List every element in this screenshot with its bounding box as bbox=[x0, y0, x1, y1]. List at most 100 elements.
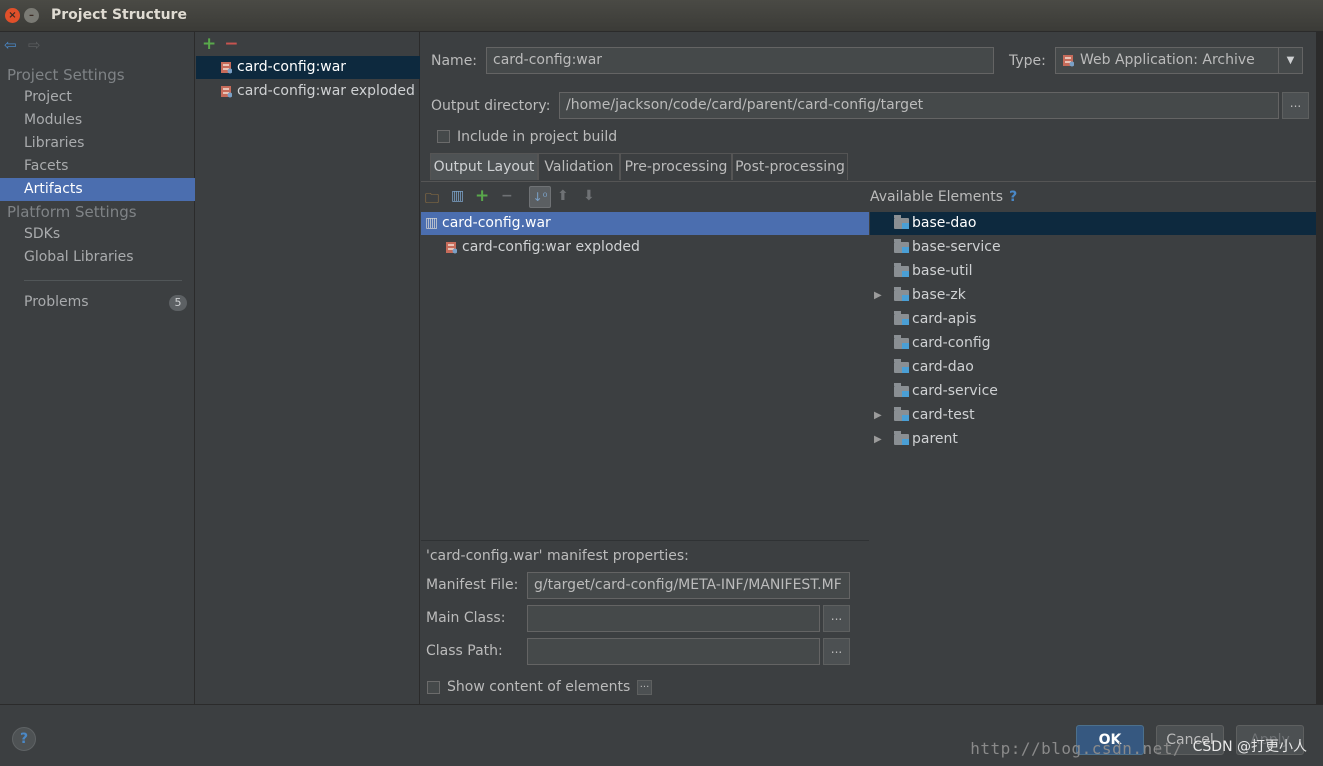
available-element-row[interactable]: ▶ parent bbox=[870, 428, 1323, 451]
sort-icon[interactable]: ↓⁰ bbox=[529, 186, 551, 208]
show-content-checkbox[interactable] bbox=[427, 681, 440, 694]
csdn-watermark: CSDN @打更小人 bbox=[1192, 739, 1307, 755]
dialog-footer: ? OK Cancel Apply http://blog.csdn.net/ … bbox=[0, 704, 1323, 766]
module-folder-icon bbox=[894, 383, 909, 397]
expand-arrow-icon[interactable]: ▶ bbox=[874, 404, 882, 427]
remove-element-icon[interactable]: − bbox=[501, 188, 513, 204]
main-class-field[interactable] bbox=[527, 605, 820, 632]
artifact-item[interactable]: card-config:war exploded bbox=[196, 80, 420, 103]
layout-tree-label: card-config:war exploded bbox=[462, 239, 640, 255]
available-element-row[interactable]: card-dao bbox=[870, 356, 1323, 379]
add-artifact-icon[interactable]: + bbox=[202, 34, 216, 54]
sidebar-item-modules[interactable]: Modules bbox=[0, 109, 195, 132]
problems-label: Problems bbox=[24, 294, 89, 310]
window-close-button[interactable]: × bbox=[5, 8, 20, 23]
module-folder-icon bbox=[894, 311, 909, 325]
chevron-down-icon[interactable]: ▼ bbox=[1278, 48, 1302, 73]
type-label: Type: bbox=[1009, 53, 1046, 69]
sidebar-item-libraries[interactable]: Libraries bbox=[0, 132, 195, 155]
expand-arrow-icon[interactable]: ▶ bbox=[874, 284, 882, 307]
move-up-icon[interactable]: ⬆ bbox=[557, 188, 569, 204]
sidebar-item-facets[interactable]: Facets bbox=[0, 155, 195, 178]
title-bar: × – Project Structure bbox=[0, 0, 1323, 32]
layout-tree-label: card-config.war bbox=[442, 215, 551, 231]
nav-arrows: ⇦ ⇨ bbox=[4, 36, 44, 54]
artifact-editor: Name: card-config:war Type: Web Applicat… bbox=[421, 32, 1323, 704]
show-content-options-button[interactable]: ... bbox=[637, 680, 652, 695]
include-in-build-checkbox[interactable] bbox=[437, 130, 450, 143]
available-element-row[interactable]: card-config bbox=[870, 332, 1323, 355]
add-element-icon[interactable]: + bbox=[475, 186, 489, 206]
help-icon[interactable]: ? bbox=[1009, 189, 1017, 205]
settings-sidebar: ⇦ ⇨ Project Settings Project Modules Libr… bbox=[0, 32, 195, 704]
output-layout-toolbar: 🗀 ▥ + − ↓⁰ ⬆ ⬇ bbox=[421, 185, 869, 211]
module-folder-icon bbox=[894, 287, 909, 301]
blog-watermark: http://blog.csdn.net/ bbox=[970, 739, 1183, 758]
output-directory-label: Output directory: bbox=[431, 98, 551, 114]
tab-pre-processing[interactable]: Pre-processing bbox=[620, 153, 732, 180]
manifest-file-field[interactable]: g/target/card-config/META-INF/MANIFEST.M… bbox=[527, 572, 850, 599]
sidebar-item-project[interactable]: Project bbox=[0, 86, 195, 109]
help-button[interactable]: ? bbox=[12, 727, 36, 751]
archive-icon[interactable]: ▥ bbox=[451, 188, 464, 204]
show-content-label: Show content of elements bbox=[447, 679, 631, 695]
sidebar-item-global-libraries[interactable]: Global Libraries bbox=[0, 246, 195, 269]
tab-post-processing[interactable]: Post-processing bbox=[732, 153, 848, 180]
class-path-field[interactable] bbox=[527, 638, 820, 665]
artifact-toolbar: + − bbox=[202, 34, 239, 54]
war-exploded-icon bbox=[446, 242, 457, 254]
available-element-row[interactable]: base-dao bbox=[870, 212, 1323, 235]
type-combo[interactable]: Web Application: Archive ▼ bbox=[1055, 47, 1303, 74]
module-folder-icon bbox=[894, 215, 909, 229]
war-exploded-icon bbox=[221, 86, 232, 98]
sidebar-item-sdks[interactable]: SDKs bbox=[0, 223, 195, 246]
available-element-row[interactable]: ▶ card-test bbox=[870, 404, 1323, 427]
module-folder-icon bbox=[894, 359, 909, 373]
module-folder-icon bbox=[894, 335, 909, 349]
include-in-build-label: Include in project build bbox=[457, 129, 618, 145]
browse-output-button[interactable]: ... bbox=[1282, 92, 1309, 119]
available-element-row[interactable]: ▶ base-zk bbox=[870, 284, 1323, 307]
artifact-label: card-config:war bbox=[237, 59, 347, 75]
output-directory-field[interactable]: /home/jackson/code/card/parent/card-conf… bbox=[559, 92, 1279, 119]
class-path-label: Class Path: bbox=[426, 643, 503, 659]
name-field[interactable]: card-config:war bbox=[486, 47, 994, 74]
main-class-label: Main Class: bbox=[426, 610, 506, 626]
layout-tree-row[interactable]: card-config:war exploded bbox=[421, 236, 869, 259]
available-element-row[interactable]: card-service bbox=[870, 380, 1323, 403]
available-elements-heading: Available Elements? bbox=[870, 189, 1017, 205]
sidebar-divider bbox=[24, 280, 182, 281]
available-elements-label: Available Elements bbox=[870, 189, 1004, 205]
problems-count-badge: 5 bbox=[169, 295, 187, 311]
available-element-row[interactable]: card-apis bbox=[870, 308, 1323, 331]
manifest-file-label: Manifest File: bbox=[426, 577, 519, 593]
manifest-divider bbox=[421, 540, 869, 541]
artifact-list-panel: + − card-config:war card-config:war explo… bbox=[196, 32, 420, 704]
layout-tree-row[interactable]: ▥ card-config.war bbox=[421, 212, 869, 235]
war-archive-icon bbox=[1063, 55, 1074, 67]
back-arrow-icon[interactable]: ⇦ bbox=[4, 36, 20, 54]
window-title: Project Structure bbox=[51, 7, 187, 23]
tab-validation[interactable]: Validation bbox=[538, 153, 620, 180]
browse-main-class-button[interactable]: ... bbox=[823, 605, 850, 632]
forward-arrow-icon[interactable]: ⇨ bbox=[28, 36, 44, 54]
sidebar-item-artifacts[interactable]: Artifacts bbox=[0, 178, 195, 201]
module-folder-icon bbox=[894, 263, 909, 277]
browse-class-path-button[interactable]: ... bbox=[823, 638, 850, 665]
sidebar-item-problems[interactable]: Problems 5 bbox=[0, 291, 195, 314]
expand-arrow-icon[interactable]: ▶ bbox=[874, 428, 882, 451]
artifact-item[interactable]: card-config:war bbox=[196, 56, 420, 79]
available-element-label: card-test bbox=[912, 407, 975, 423]
remove-artifact-icon[interactable]: − bbox=[224, 34, 238, 54]
available-element-row[interactable]: base-service bbox=[870, 236, 1323, 259]
available-element-row[interactable]: base-util bbox=[870, 260, 1323, 283]
move-down-icon[interactable]: ⬇ bbox=[583, 188, 595, 204]
available-element-label: base-dao bbox=[912, 215, 977, 231]
close-icon: × bbox=[8, 10, 17, 21]
available-element-label: card-dao bbox=[912, 359, 974, 375]
minimize-icon: – bbox=[29, 10, 34, 21]
create-directory-icon[interactable]: 🗀 bbox=[425, 188, 439, 212]
tab-output-layout[interactable]: Output Layout bbox=[430, 153, 538, 180]
window-minimize-button[interactable]: – bbox=[24, 8, 39, 23]
available-element-label: card-apis bbox=[912, 311, 977, 327]
